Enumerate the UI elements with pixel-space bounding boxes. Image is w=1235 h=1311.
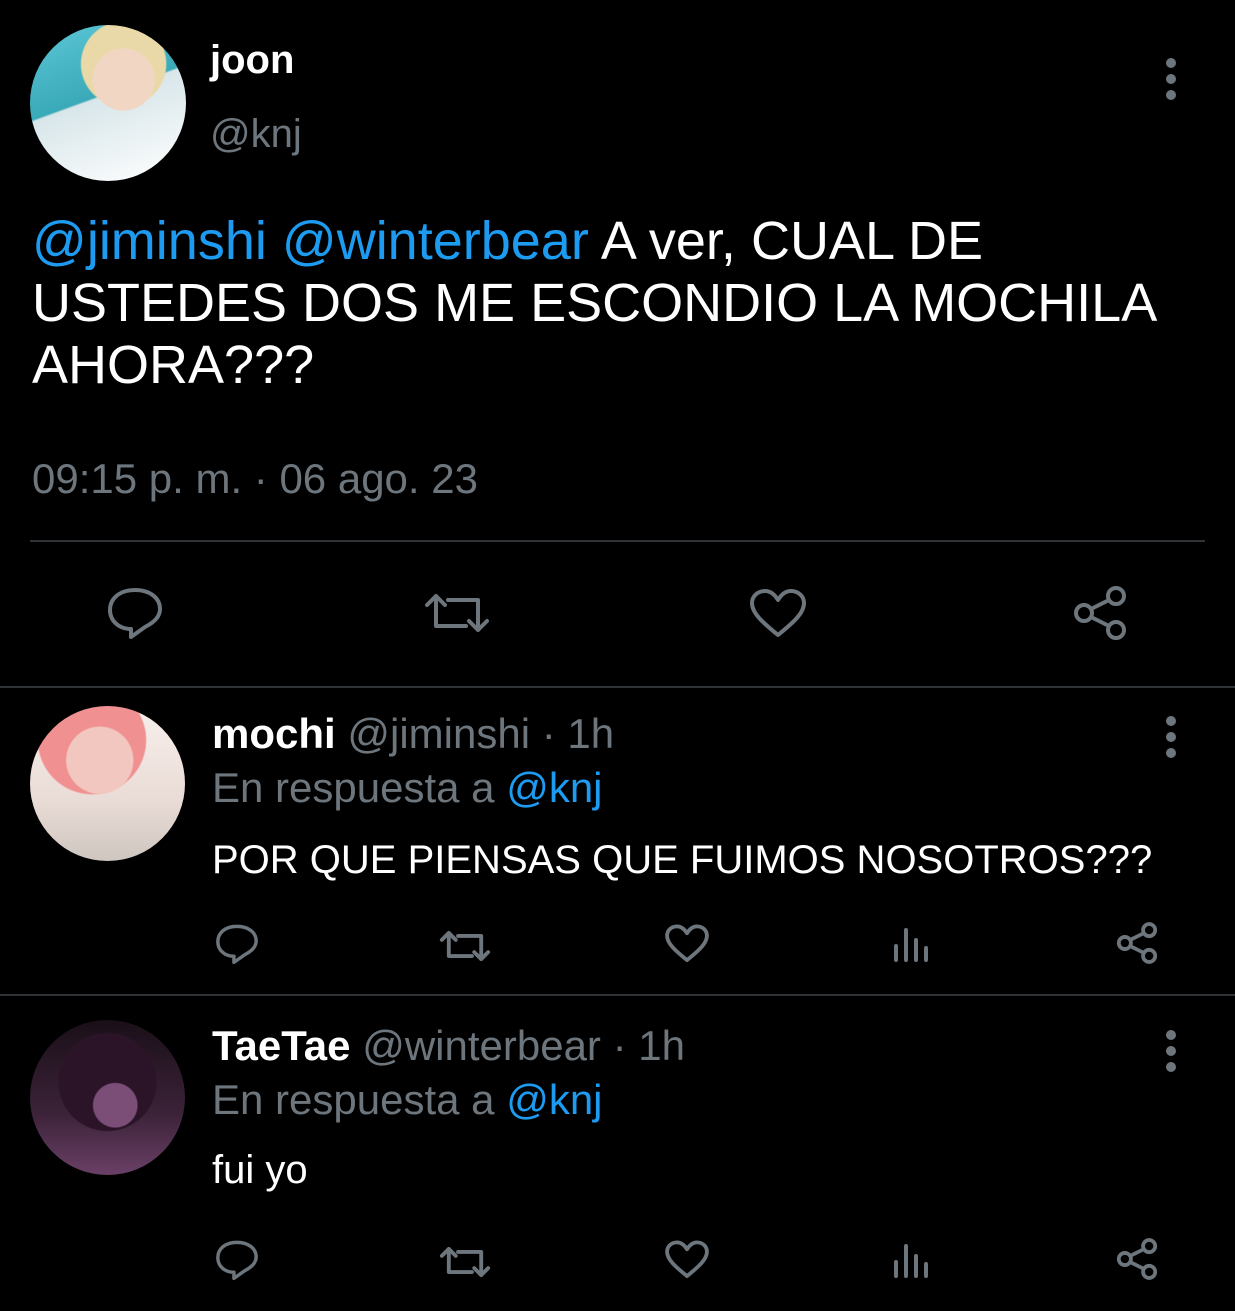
reply-header: TaeTae @winterbear · 1h [212,1022,685,1070]
mention-link[interactable]: @knj [506,1076,602,1123]
reply-icon[interactable] [214,1238,260,1282]
more-icon[interactable] [1166,716,1176,764]
reply-header: mochi @jiminshi · 1h [212,710,614,758]
share-icon[interactable] [1070,584,1130,642]
retweet-icon[interactable] [422,588,492,638]
avatar[interactable] [30,1020,185,1175]
more-icon[interactable] [1166,1030,1176,1078]
share-icon[interactable] [1114,1237,1160,1281]
mention-link[interactable]: @knj [506,764,602,811]
divider [30,540,1205,542]
main-tweet: joon @knj @jiminshi @winterbear A ver, C… [0,0,1235,687]
tweet-text: POR QUE PIENSAS QUE FUIMOS NOSOTROS??? [212,838,1153,882]
handle[interactable]: @winterbear [362,1022,601,1069]
tweet-text: fui yo [212,1148,308,1192]
avatar[interactable] [30,25,186,181]
reply-context: En respuesta a @knj [212,764,603,812]
retweet-icon[interactable] [438,1242,492,1282]
mention-link[interactable]: @winterbear [282,211,589,271]
reply-icon[interactable] [105,585,165,641]
share-icon[interactable] [1114,921,1160,965]
avatar[interactable] [30,706,185,861]
reply-context: En respuesta a @knj [212,1076,603,1124]
mention-link[interactable]: @jiminshi [32,211,267,271]
timestamp[interactable]: 09:15 p. m. · 06 ago. 23 [32,455,478,503]
like-icon[interactable] [748,588,808,640]
reply-prefix: En respuesta a [212,764,495,811]
reply-prefix: En respuesta a [212,1076,495,1123]
like-icon[interactable] [664,1240,710,1280]
reply-tweet: TaeTae @winterbear · 1h En respuesta a @… [0,996,1235,1311]
reply-icon[interactable] [214,922,260,966]
like-icon[interactable] [664,924,710,964]
handle[interactable]: @knj [210,112,302,157]
timestamp[interactable]: · 1h [613,1022,685,1069]
handle[interactable]: @jiminshi [347,710,530,757]
retweet-icon[interactable] [438,926,492,966]
tweet-text: @jiminshi @winterbear A ver, CUAL DE UST… [32,210,1202,396]
display-name[interactable]: joon [210,38,294,83]
reply-tweet: mochi @jiminshi · 1h En respuesta a @knj… [0,688,1235,994]
views-icon[interactable] [892,1240,932,1280]
display-name[interactable]: TaeTae [212,1022,351,1069]
timestamp[interactable]: · 1h [542,710,614,757]
more-icon[interactable] [1166,58,1176,106]
display-name[interactable]: mochi [212,710,336,757]
views-icon[interactable] [892,924,932,964]
